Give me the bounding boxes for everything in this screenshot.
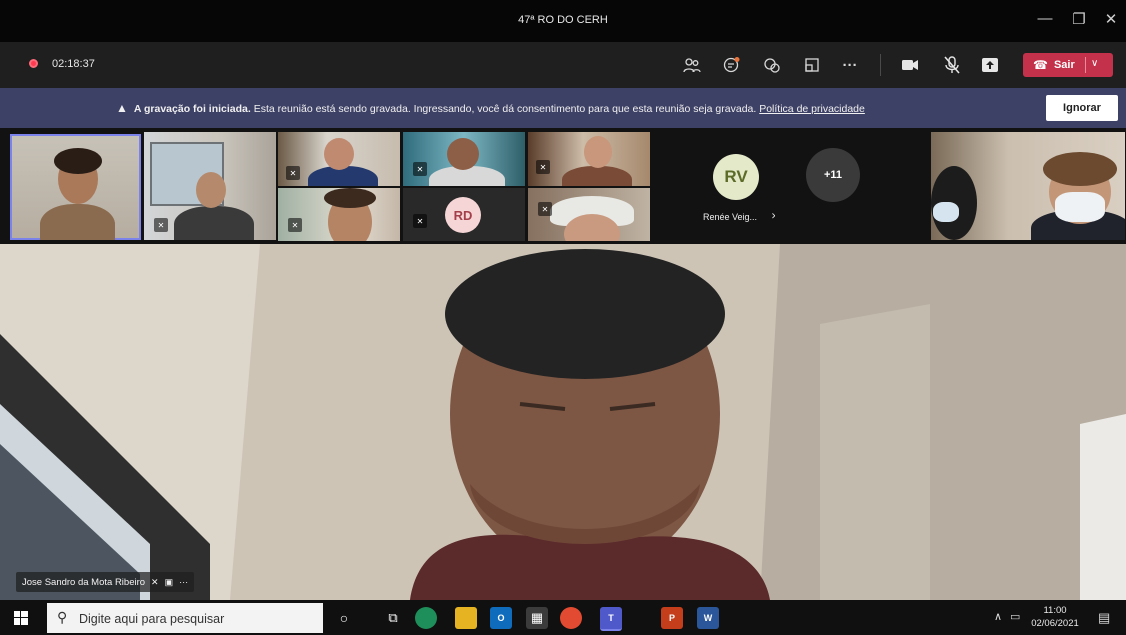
microphone-off-icon: ✕ [413, 162, 427, 176]
recording-notice-text: ▲ A gravação foi iniciada. Esta reunião e… [116, 101, 865, 115]
participant-tile[interactable]: RD ✕ [403, 188, 525, 241]
privacy-policy-link[interactable]: Política de privacidade [759, 103, 865, 115]
dismiss-button[interactable]: Ignorar [1046, 95, 1118, 121]
reactions-icon[interactable] [760, 54, 784, 76]
outlook-icon[interactable]: O [490, 607, 512, 629]
microphone-off-icon: ✕ [538, 202, 552, 216]
windows-start-icon[interactable] [10, 607, 32, 629]
participant-tile[interactable] [10, 134, 141, 240]
recording-notice-banner: ▲ A gravação foi iniciada. Esta reunião e… [0, 88, 1126, 128]
restore-button[interactable]: ❐ [1064, 10, 1094, 28]
participant-tile[interactable]: ✕ [403, 132, 525, 186]
recording-notice-body: Esta reunião está sendo gravada. Ingress… [250, 103, 760, 115]
participant-video [40, 204, 115, 240]
more-options-icon[interactable]: ··· [838, 54, 862, 76]
speaker-scene [0, 244, 1126, 600]
breakout-rooms-icon[interactable] [800, 54, 824, 76]
recording-icon [29, 59, 38, 68]
participant-video [562, 166, 632, 186]
microphone-off-icon: ✕ [536, 160, 550, 174]
taskbar-search-box[interactable]: ⚲ Digite aqui para pesquisar [47, 603, 323, 633]
speaker-name: Jose Sandro da Mota Ribeiro [22, 576, 146, 588]
warning-icon: ▲ [116, 101, 128, 115]
chevron-up-icon[interactable]: ∧ [994, 610, 1002, 623]
face-mask [933, 202, 959, 222]
microphone-off-icon: ✕ [413, 214, 427, 228]
search-icon: ⚲ [57, 609, 68, 625]
main-speaker-video: Jose Sandro da Mota Ribeiro ✕ ▣ ··· [0, 244, 1126, 600]
chevron-down-icon[interactable]: ∨ [1091, 58, 1098, 69]
powerpoint-icon[interactable]: P [661, 607, 683, 629]
leave-label: Sair [1053, 59, 1075, 71]
more-participants-button[interactable]: +11 [806, 148, 860, 202]
notifications-icon[interactable]: ▤ [1098, 610, 1110, 626]
participant-tile[interactable]: ✕ [278, 132, 400, 186]
window-title: 47ª RO DO CERH [518, 14, 608, 26]
participant-hair [324, 188, 376, 208]
people-icon[interactable] [680, 54, 704, 76]
participant-hair [54, 148, 102, 174]
participant-face [324, 138, 354, 170]
teams-icon[interactable]: T [600, 607, 622, 631]
microphone-off-icon: ✕ [771, 211, 775, 221]
participant-face [447, 138, 479, 170]
participant-tile[interactable]: RV Renée Veig... ✕ [653, 132, 775, 240]
participant-video [174, 206, 254, 240]
participant-tile[interactable]: ✕ [144, 132, 276, 240]
minimize-button[interactable]: — [1030, 10, 1060, 27]
participant-tile[interactable]: ✕ [278, 188, 400, 241]
meeting-control-bar: 02:18:37 ··· ☎ Sair ∨ [0, 42, 1126, 88]
microphone-off-icon[interactable] [940, 54, 964, 76]
participant-face [584, 136, 612, 168]
participant-tile[interactable]: ✕ [528, 188, 650, 241]
hang-up-icon: ☎ [1033, 58, 1048, 72]
participant-tile[interactable] [931, 132, 1125, 240]
file-explorer-icon[interactable] [455, 607, 477, 629]
clock-date: 02/06/2021 [1031, 618, 1079, 629]
participant-tile[interactable]: ✕ [528, 132, 650, 186]
clock-time: 11:00 [1043, 605, 1067, 616]
avatar: RV [713, 154, 759, 200]
windows-taskbar: ⚲ Digite aqui para pesquisar ○ ⧉ O ▦ T P… [0, 600, 1126, 635]
store-icon[interactable]: ▦ [526, 607, 548, 629]
participant-name: Renée Veig... [703, 212, 758, 222]
microphone-off-icon: ✕ [288, 218, 302, 232]
avatar: RD [445, 197, 481, 233]
microphone-off-icon: ✕ [151, 576, 159, 587]
task-view-icon[interactable]: ⧉ [382, 607, 404, 629]
share-screen-icon[interactable] [978, 54, 1002, 76]
microphone-off-icon: ✕ [154, 218, 168, 232]
camera-icon[interactable] [898, 54, 922, 76]
taskbar-clock[interactable]: 11:00 02/06/2021 [1028, 604, 1082, 630]
chat-icon[interactable] [720, 54, 744, 76]
microphone-off-icon: ✕ [286, 166, 300, 180]
recording-notice-bold: A gravação foi iniciada. [133, 103, 251, 115]
word-icon[interactable]: W [697, 607, 719, 629]
search-placeholder: Digite aqui para pesquisar [79, 612, 225, 626]
meeting-timer: 02:18:37 [52, 58, 95, 70]
leave-button[interactable]: ☎ Sair ∨ [1023, 53, 1113, 77]
close-button[interactable]: ✕ [1096, 10, 1126, 28]
network-icon[interactable]: ▭ [1010, 610, 1020, 623]
leave-separator [1085, 57, 1086, 73]
content-icon: ▣ [164, 576, 174, 587]
speaker-name-chip: Jose Sandro da Mota Ribeiro ✕ ▣ ··· [16, 572, 195, 592]
participant-face [196, 172, 226, 208]
chrome-icon[interactable] [560, 607, 582, 629]
participant-gallery: ✕ ✕ ✕ ✕ ✕ RD ✕ ✕ RV Renée Veig... ✕ +11 [0, 128, 1126, 244]
more-options-icon[interactable]: ··· [179, 577, 188, 587]
edge-icon[interactable] [415, 607, 437, 629]
title-bar: 47ª RO DO CERH — ❐ ✕ [0, 0, 1126, 42]
control-divider [880, 54, 881, 76]
participant-hair [1043, 152, 1117, 186]
cortana-icon[interactable]: ○ [333, 607, 355, 629]
face-mask [1055, 192, 1105, 222]
